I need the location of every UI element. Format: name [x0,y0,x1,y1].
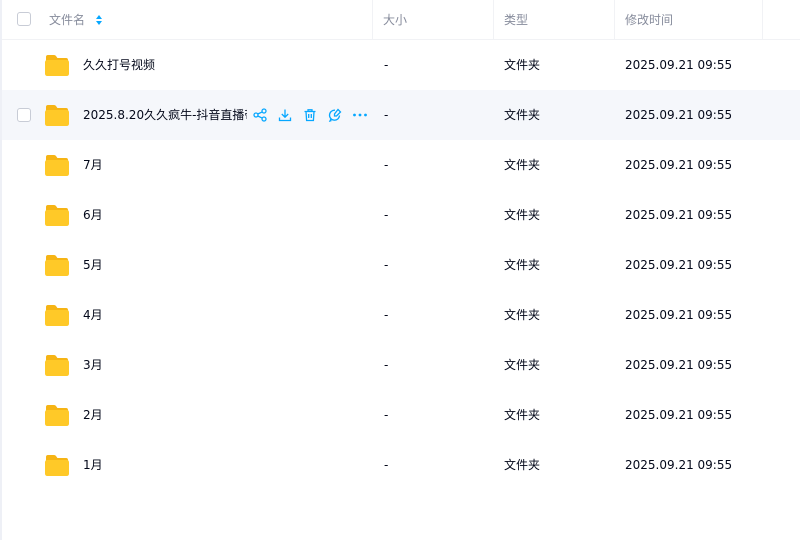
column-divider[interactable] [372,0,373,40]
download-icon[interactable] [275,105,295,125]
sort-icon[interactable] [95,14,103,26]
file-size: - [384,358,389,372]
file-type: 文件夹 [504,158,541,172]
folder-icon [45,105,69,126]
folder-icon [45,405,69,426]
column-divider[interactable] [493,0,494,40]
modified-time: 2025.09.21 09:55 [625,358,733,372]
file-type: 文件夹 [504,208,541,222]
file-name[interactable]: 2月 [83,390,103,440]
file-rows: 久久打号视频 - 文件夹 2025.09.21 09:55 2025.8.20久久疯牛… [2,40,800,490]
modified-time: 2025.09.21 09:55 [625,208,733,222]
file-type: 文件夹 [504,108,541,122]
column-header-name[interactable]: 文件名 [49,0,85,40]
file-size: - [384,308,389,322]
file-type: 文件夹 [504,258,541,272]
table-row[interactable]: 2月 - 文件夹 2025.09.21 09:55 [2,390,800,440]
table-row[interactable]: 1月 - 文件夹 2025.09.21 09:55 [2,440,800,490]
folder-icon [45,155,69,176]
folder-icon [45,305,69,326]
file-name[interactable]: 4月 [83,290,103,340]
table-row[interactable]: 6月 - 文件夹 2025.09.21 09:55 [2,190,800,240]
row-checkbox[interactable] [17,108,31,122]
share-icon[interactable] [250,105,270,125]
rename-icon[interactable] [325,105,345,125]
folder-icon [45,355,69,376]
file-name[interactable]: 5月 [83,240,103,290]
modified-time: 2025.09.21 09:55 [625,58,733,72]
file-name[interactable]: 3月 [83,340,103,390]
file-name[interactable]: 6月 [83,190,103,240]
delete-icon[interactable] [300,105,320,125]
file-name[interactable]: 2025.8.20久久疯牛-抖音直播带 [83,90,247,140]
file-name[interactable]: 1月 [83,440,103,490]
table-row[interactable]: 4月 - 文件夹 2025.09.21 09:55 [2,290,800,340]
modified-time: 2025.09.21 09:55 [625,308,733,322]
file-size: - [384,208,389,222]
column-divider[interactable] [762,0,763,40]
modified-time: 2025.09.21 09:55 [625,458,733,472]
modified-time: 2025.09.21 09:55 [625,108,733,122]
file-size: - [384,258,389,272]
column-divider[interactable] [614,0,615,40]
file-name[interactable]: 久久打号视频 [83,40,155,90]
file-size: - [384,108,389,122]
table-row[interactable]: 3月 - 文件夹 2025.09.21 09:55 [2,340,800,390]
column-header-size[interactable]: 大小 [383,0,407,40]
modified-time: 2025.09.21 09:55 [625,258,733,272]
table-row[interactable]: 5月 - 文件夹 2025.09.21 09:55 [2,240,800,290]
file-list: 文件名 大小 类型 修改时间 久久打号视频 - 文件夹 2025.09.21 09:5… [2,0,800,490]
file-type: 文件夹 [504,308,541,322]
modified-time: 2025.09.21 09:55 [625,408,733,422]
folder-icon [45,455,69,476]
file-type: 文件夹 [504,358,541,372]
file-list-header: 文件名 大小 类型 修改时间 [2,0,800,40]
folder-icon [45,55,69,76]
file-type: 文件夹 [504,458,541,472]
file-type: 文件夹 [504,408,541,422]
table-row[interactable]: 久久打号视频 - 文件夹 2025.09.21 09:55 [2,40,800,90]
column-header-modified[interactable]: 修改时间 [625,0,673,40]
table-row[interactable]: 2025.8.20久久疯牛-抖音直播带 - 文件夹 2025.09.21 09:55 [2,90,800,140]
modified-time: 2025.09.21 09:55 [625,158,733,172]
file-size: - [384,458,389,472]
folder-icon [45,205,69,226]
table-row[interactable]: 7月 - 文件夹 2025.09.21 09:55 [2,140,800,190]
folder-icon [45,255,69,276]
file-name[interactable]: 7月 [83,140,103,190]
column-header-type[interactable]: 类型 [504,0,528,40]
file-size: - [384,158,389,172]
select-all-checkbox[interactable] [17,12,31,26]
file-size: - [384,58,389,72]
more-icon[interactable] [350,105,370,125]
file-type: 文件夹 [504,58,541,72]
file-size: - [384,408,389,422]
